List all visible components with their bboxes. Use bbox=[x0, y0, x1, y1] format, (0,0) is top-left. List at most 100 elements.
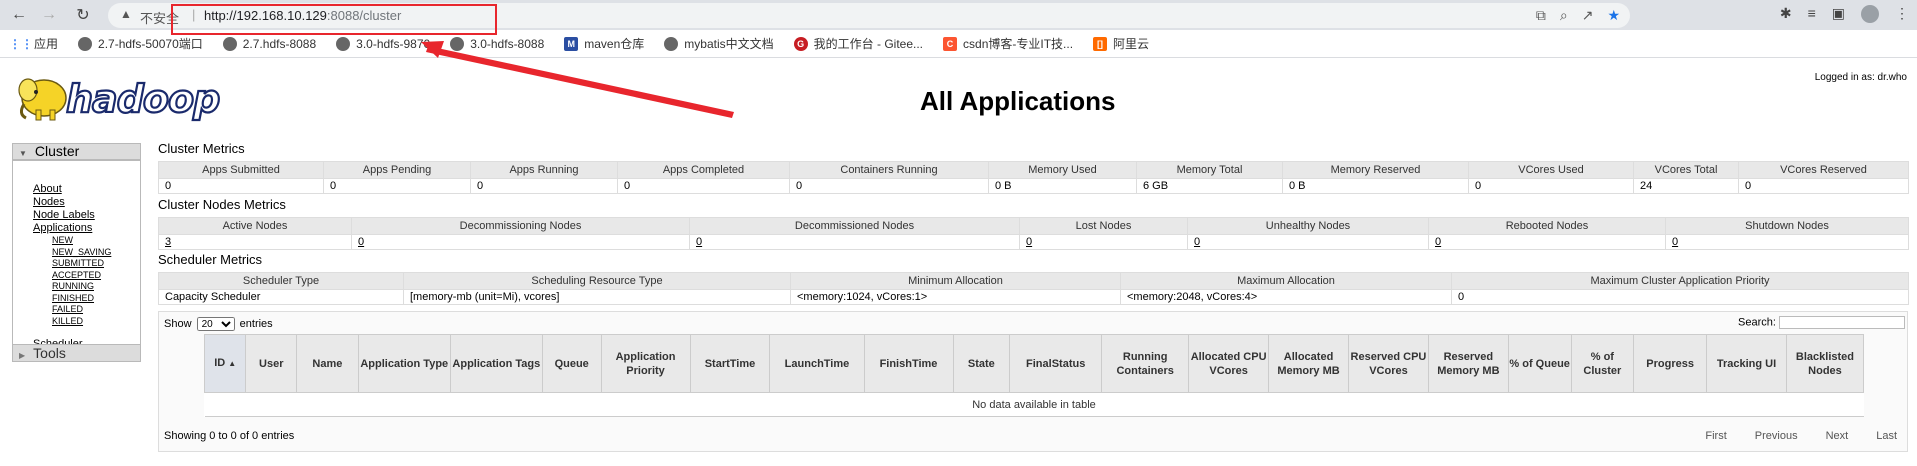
bookmark-item[interactable]: 2.7-hdfs-50070端口 bbox=[78, 35, 203, 52]
column-progress[interactable]: Progress bbox=[1633, 334, 1708, 393]
column-launch-time[interactable]: LaunchTime bbox=[769, 334, 865, 393]
column-reserved-memory[interactable]: Reserved Memory MB bbox=[1427, 334, 1509, 393]
bookmark-item[interactable]: G 我的工作台 - Gitee... bbox=[793, 35, 923, 52]
github-icon bbox=[664, 36, 679, 51]
bookmark-item[interactable]: mybatis中文文档 bbox=[664, 35, 774, 52]
sidebar-link-killed[interactable]: KILLED bbox=[52, 316, 111, 328]
column-application-priority[interactable]: Application Priority bbox=[600, 334, 691, 393]
value-containers-running: 0 bbox=[789, 178, 989, 194]
bookmark-item[interactable]: 3.0-hdfs-8088 bbox=[450, 36, 544, 51]
header-containers-running: Containers Running bbox=[789, 161, 989, 179]
share-icon[interactable]: ↗ bbox=[1582, 7, 1594, 24]
column-name[interactable]: Name bbox=[296, 334, 359, 393]
column-user[interactable]: User bbox=[245, 334, 298, 393]
column-state[interactable]: State bbox=[952, 334, 1011, 393]
sidebar-link-running[interactable]: RUNNING bbox=[52, 281, 111, 293]
pager-first[interactable]: First bbox=[1705, 430, 1726, 442]
cluster-section-header[interactable]: ▼ Cluster bbox=[12, 143, 141, 160]
bookmark-item[interactable]: 2.7.hdfs-8088 bbox=[222, 36, 317, 51]
value-rebooted-nodes[interactable]: 0 bbox=[1428, 234, 1666, 250]
column-finish-time[interactable]: FinishTime bbox=[863, 334, 954, 393]
column-running-containers[interactable]: Running Containers bbox=[1101, 334, 1190, 393]
column-start-time[interactable]: StartTime bbox=[689, 334, 771, 393]
maven-icon: M bbox=[564, 36, 579, 51]
sidebar-link-applications[interactable]: Applications bbox=[33, 222, 111, 235]
pager-last[interactable]: Last bbox=[1876, 430, 1897, 442]
sidebar-link-accepted[interactable]: ACCEPTED bbox=[52, 270, 111, 282]
value-max-priority: 0 bbox=[1451, 289, 1909, 305]
value-memory-reserved: 0 B bbox=[1282, 178, 1469, 194]
scheduler-metrics-title: Scheduler Metrics bbox=[158, 252, 263, 267]
bookmark-label: 阿里云 bbox=[1113, 37, 1150, 51]
tools-section-header[interactable]: ▶ Tools bbox=[12, 344, 141, 362]
sidepanel-icon[interactable]: ▣ bbox=[1832, 5, 1845, 23]
profile-avatar[interactable] bbox=[1861, 5, 1879, 23]
pager-next[interactable]: Next bbox=[1826, 430, 1849, 442]
column-allocated-cpu[interactable]: Allocated CPU VCores bbox=[1188, 334, 1270, 393]
column-id[interactable]: ID ▲ bbox=[203, 334, 247, 393]
bookmark-item[interactable]: 3.0-hdfs-9870 bbox=[336, 36, 430, 51]
pager-previous[interactable]: Previous bbox=[1755, 430, 1798, 442]
bookmark-apps[interactable]: ⋮⋮ 应用 bbox=[9, 35, 58, 52]
page-size-control: Show 20 entries bbox=[164, 317, 273, 331]
header-active-nodes: Active Nodes bbox=[158, 217, 352, 235]
bookmark-item[interactable]: Ccsdn博客-专业IT技... bbox=[943, 35, 1073, 52]
bookmark-label: 2.7.hdfs-8088 bbox=[242, 36, 317, 51]
column-application-tags[interactable]: Application Tags bbox=[449, 334, 543, 393]
header-apps-pending: Apps Pending bbox=[323, 161, 471, 179]
column-id-label: ID bbox=[214, 357, 226, 369]
media-icon[interactable]: ≡ bbox=[1808, 5, 1816, 23]
menu-icon[interactable]: ⋮ bbox=[1895, 5, 1909, 23]
reload-icon[interactable]: ↻ bbox=[72, 4, 94, 26]
page-size-select[interactable]: 20 bbox=[196, 317, 235, 331]
forward-icon[interactable]: → bbox=[38, 4, 60, 26]
value-unhealthy-nodes[interactable]: 0 bbox=[1187, 234, 1429, 250]
bookmark-item[interactable]: Mmaven仓库 bbox=[564, 35, 644, 52]
cluster-label: Cluster bbox=[34, 143, 80, 159]
column-blacklisted-nodes[interactable]: Blacklisted Nodes bbox=[1785, 334, 1865, 393]
sidebar-link-submitted[interactable]: SUBMITTED bbox=[52, 258, 111, 270]
header-vcores-total: VCores Total bbox=[1633, 161, 1739, 179]
warning-icon: ▲ bbox=[120, 7, 132, 21]
sidebar-link-node-labels[interactable]: Node Labels bbox=[33, 209, 111, 222]
back-icon[interactable]: ← bbox=[8, 4, 30, 26]
sidebar: ▼ Cluster About Nodes Node Labels Applica… bbox=[12, 143, 141, 357]
column-application-type[interactable]: Application Type bbox=[357, 334, 451, 393]
sidebar-link-new-saving[interactable]: NEW_SAVING bbox=[52, 247, 111, 259]
value-lost-nodes[interactable]: 0 bbox=[1019, 234, 1188, 250]
sidebar-link-finished[interactable]: FINISHED bbox=[52, 293, 111, 305]
column-pct-queue[interactable]: % of Queue bbox=[1507, 334, 1572, 393]
column-allocated-memory[interactable]: Allocated Memory MB bbox=[1268, 334, 1349, 393]
column-reserved-cpu[interactable]: Reserved CPU VCores bbox=[1348, 334, 1429, 393]
value-apps-submitted: 0 bbox=[158, 178, 324, 194]
search-input[interactable] bbox=[1779, 316, 1905, 329]
search-control: Search: bbox=[1738, 316, 1905, 329]
column-queue[interactable]: Queue bbox=[541, 334, 602, 393]
value-shutdown-nodes[interactable]: 0 bbox=[1665, 234, 1909, 250]
value-decommissioned-nodes[interactable]: 0 bbox=[689, 234, 1020, 250]
sidebar-link-failed[interactable]: FAILED bbox=[52, 304, 111, 316]
sidebar-link-nodes[interactable]: Nodes bbox=[33, 196, 111, 209]
value-decommissioning-nodes[interactable]: 0 bbox=[351, 234, 690, 250]
caret-right-icon: ▶ bbox=[19, 351, 26, 360]
value-active-nodes[interactable]: 3 bbox=[158, 234, 352, 250]
header-vcores-reserved: VCores Reserved bbox=[1738, 161, 1909, 179]
bookmark-item[interactable]: [] 阿里云 bbox=[1093, 35, 1149, 52]
extensions-icon[interactable]: ✱ bbox=[1780, 5, 1792, 23]
value-vcores-total: 24 bbox=[1633, 178, 1739, 194]
sidebar-link-new[interactable]: NEW bbox=[52, 235, 111, 247]
header-memory-used: Memory Used bbox=[988, 161, 1137, 179]
zoom-icon[interactable]: ⌕ bbox=[1560, 7, 1568, 24]
header-vcores-used: VCores Used bbox=[1468, 161, 1634, 179]
scheduler-metrics-table: Scheduler Type Scheduling Resource Type … bbox=[158, 272, 1909, 305]
globe-icon bbox=[336, 36, 351, 51]
header-lost-nodes: Lost Nodes bbox=[1019, 217, 1188, 235]
value-vcores-used: 0 bbox=[1468, 178, 1634, 194]
empty-table-message: No data available in table bbox=[204, 392, 1864, 417]
sidebar-link-about[interactable]: About bbox=[33, 183, 111, 196]
column-final-status[interactable]: FinalStatus bbox=[1009, 334, 1103, 393]
column-tracking-ui[interactable]: Tracking UI bbox=[1706, 334, 1787, 393]
translate-icon[interactable]: ⧉ bbox=[1536, 7, 1546, 24]
column-pct-cluster[interactable]: % of Cluster bbox=[1570, 334, 1635, 393]
bookmark-star-icon[interactable]: ★ bbox=[1607, 7, 1620, 24]
